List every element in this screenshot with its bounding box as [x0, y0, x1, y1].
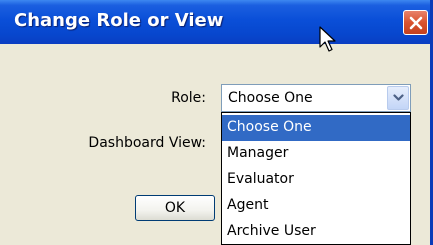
- role-option-choose-one[interactable]: Choose One: [222, 115, 410, 141]
- role-select-value: Choose One: [228, 90, 313, 106]
- chevron-down-icon: [392, 94, 404, 101]
- dashboard-view-label: Dashboard View:: [88, 135, 206, 151]
- role-option-agent[interactable]: Agent: [222, 193, 410, 219]
- role-option-evaluator[interactable]: Evaluator: [222, 167, 410, 193]
- close-icon: [409, 16, 422, 29]
- role-option-archive-user[interactable]: Archive User: [222, 219, 410, 245]
- ok-button[interactable]: OK: [135, 195, 215, 221]
- dialog-title: Change Role or View: [14, 10, 224, 31]
- role-label: Role:: [171, 90, 206, 106]
- role-dropdown-list: Choose One Manager Evaluator Agent Archi…: [221, 112, 411, 245]
- role-option-manager[interactable]: Manager: [222, 141, 410, 167]
- close-button[interactable]: [403, 10, 428, 35]
- role-select-arrow-button[interactable]: [387, 86, 409, 110]
- title-bar[interactable]: Change Role or View: [0, 0, 430, 44]
- mouse-cursor-icon: [319, 26, 336, 52]
- change-role-dialog: Change Role or View Role: Dashboard View…: [0, 0, 433, 245]
- role-select[interactable]: Choose One: [221, 84, 411, 112]
